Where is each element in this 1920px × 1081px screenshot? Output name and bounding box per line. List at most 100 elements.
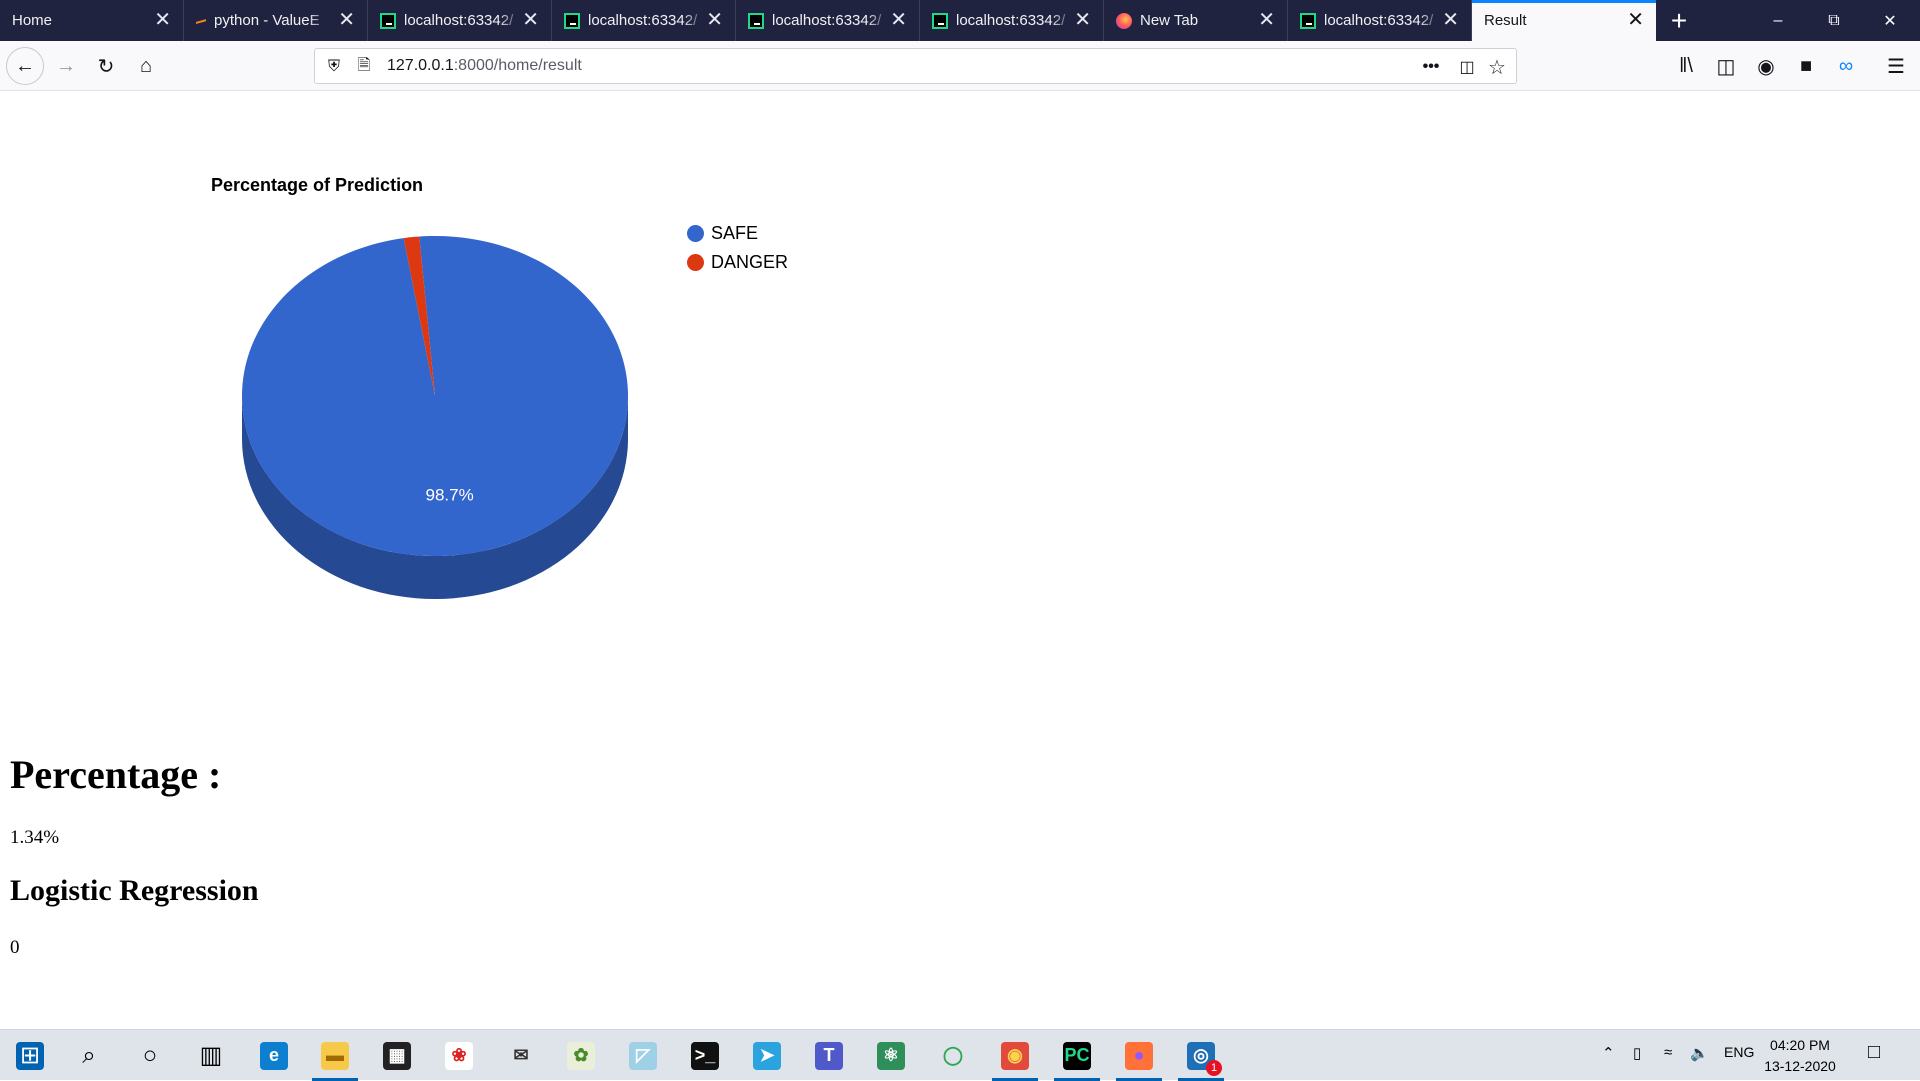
- close-tab-icon[interactable]: ✕: [154, 10, 171, 30]
- close-tab-icon[interactable]: ✕: [1258, 10, 1275, 30]
- percentage-value: 1.34%: [10, 827, 60, 848]
- tab-label: localhost:63342/: [588, 12, 698, 29]
- taskbar-edge-button[interactable]: e: [245, 1030, 303, 1081]
- clock[interactable]: 04:20 PM 13-12-2020: [1760, 1035, 1840, 1077]
- taskbar-whatsapp-button[interactable]: ◎ 1: [1172, 1030, 1230, 1081]
- reload-icon: ↻: [97, 55, 115, 78]
- account-icon: ◉: [1757, 55, 1775, 78]
- taskbar-chrome-button[interactable]: ◉: [986, 1030, 1044, 1081]
- browser-tab[interactable]: localhost:63342/ ✕: [552, 0, 736, 41]
- url-text[interactable]: 127.0.0.1:8000/home/result: [387, 57, 582, 75]
- pycharm-icon: [564, 12, 580, 29]
- legend-swatch: [687, 225, 704, 242]
- legend-swatch: [687, 254, 704, 271]
- browser-tab[interactable]: python - ValueE ✕: [184, 0, 368, 41]
- taskbar-mail-button[interactable]: ✉: [492, 1030, 550, 1081]
- close-tab-icon[interactable]: ✕: [890, 10, 907, 30]
- task-view-icon: ▥: [199, 1042, 223, 1069]
- taskbar-notes-app-button[interactable]: ◸: [614, 1030, 672, 1081]
- library-icon: ‖\: [1679, 54, 1693, 77]
- taskbar-gift-app-button[interactable]: ❀: [430, 1030, 488, 1081]
- minimize-button[interactable]: –: [1750, 0, 1806, 41]
- more-actions-icon[interactable]: •••: [1420, 56, 1442, 78]
- close-tab-icon[interactable]: ✕: [1442, 10, 1459, 30]
- home-button[interactable]: ⌂: [128, 48, 164, 84]
- close-tab-icon[interactable]: ✕: [1627, 10, 1644, 30]
- taskbar-task-view-button[interactable]: ▥: [182, 1030, 240, 1081]
- atom-icon: ⚛: [877, 1041, 905, 1070]
- clock-time: 04:20 PM: [1770, 1037, 1830, 1053]
- chart-legend: SAFE DANGER: [687, 219, 788, 277]
- restore-button[interactable]: ⧉: [1806, 0, 1862, 41]
- browser-tab[interactable]: localhost:63342/ ✕: [368, 0, 552, 41]
- shield-icon[interactable]: ⛨: [323, 56, 345, 78]
- home-icon: ⌂: [139, 54, 153, 77]
- browser-tab[interactable]: Home ✕: [0, 0, 184, 41]
- taskbar-photos-app-button[interactable]: ✿: [552, 1030, 610, 1081]
- pocket-icon[interactable]: ◫: [1456, 56, 1478, 78]
- url-bar[interactable]: ⛨ 🗎 127.0.0.1:8000/home/result ••• ◫ ☆: [314, 48, 1517, 84]
- firefox-icon: [1116, 12, 1132, 29]
- account-button[interactable]: ◉: [1748, 48, 1784, 84]
- chevron-up-icon[interactable]: ⌃: [1602, 1044, 1615, 1062]
- cortana-icon: ○: [142, 1041, 158, 1069]
- tab-label: New Tab: [1140, 12, 1199, 29]
- browser-tab[interactable]: localhost:63342/ ✕: [920, 0, 1104, 41]
- taskbar-atom-button[interactable]: ⚛: [862, 1030, 920, 1081]
- close-tab-icon[interactable]: ✕: [338, 10, 355, 30]
- new-tab-button[interactable]: +: [1656, 0, 1702, 41]
- taskbar-start-button[interactable]: ⊞: [1, 1030, 59, 1081]
- taskbar-telegram-button[interactable]: ➤: [738, 1030, 796, 1081]
- language-indicator[interactable]: ENG: [1724, 1044, 1754, 1060]
- windows-taskbar: ⌃ ▯ ≈ 🔈 ENG 04:20 PM 13-12-2020 □ ⊞ ⌕ ○ ▥ e ▬…: [0, 1029, 1920, 1081]
- taskbar-cortana-button[interactable]: ○: [121, 1030, 179, 1081]
- notification-badge: 1: [1206, 1060, 1222, 1076]
- extension-icon: ■: [1799, 54, 1813, 77]
- menu-button[interactable]: ☰: [1878, 48, 1914, 84]
- browser-tab[interactable]: localhost:63342/ ✕: [1288, 0, 1472, 41]
- taskbar-teams-button[interactable]: T: [800, 1030, 858, 1081]
- back-button[interactable]: ←: [6, 47, 44, 85]
- sidebar-button[interactable]: ◫: [1708, 48, 1744, 84]
- browser-tab[interactable]: localhost:63342/ ✕: [736, 0, 920, 41]
- taskbar-ring-app-button[interactable]: ◯: [924, 1030, 982, 1081]
- store-icon: ▦: [383, 1041, 411, 1070]
- volume-icon[interactable]: 🔈: [1690, 1044, 1709, 1062]
- taskbar-pycharm-button[interactable]: PC: [1048, 1030, 1106, 1081]
- browser-tab[interactable]: New Tab ✕: [1104, 0, 1288, 41]
- legend-item[interactable]: SAFE: [687, 219, 788, 248]
- close-window-button[interactable]: ✕: [1862, 0, 1918, 41]
- reload-button[interactable]: ↻: [88, 48, 124, 84]
- taskbar-search-button[interactable]: ⌕: [60, 1030, 118, 1081]
- notification-center-icon[interactable]: □: [1868, 1041, 1880, 1064]
- model-heading: Logistic Regression: [10, 874, 259, 907]
- extension-button[interactable]: ■: [1788, 48, 1824, 84]
- library-button[interactable]: ‖\: [1668, 48, 1704, 84]
- forward-button[interactable]: →: [48, 48, 84, 84]
- url-host: 127.0.0.1: [387, 57, 454, 74]
- taskbar-store-button[interactable]: ▦: [368, 1030, 426, 1081]
- close-tab-icon[interactable]: ✕: [1074, 10, 1091, 30]
- gift-app-icon: ❀: [445, 1041, 473, 1070]
- taskbar-file-explorer-button[interactable]: ▬: [306, 1030, 364, 1081]
- close-tab-icon[interactable]: ✕: [706, 10, 723, 30]
- pycharm-icon: [932, 12, 948, 29]
- battery-icon[interactable]: ▯: [1633, 1044, 1641, 1062]
- chrome-icon: ◉: [1001, 1041, 1029, 1070]
- close-tab-icon[interactable]: ✕: [522, 10, 539, 30]
- wifi-icon[interactable]: ≈: [1664, 1044, 1672, 1061]
- bookmark-star-icon[interactable]: ☆: [1486, 56, 1508, 79]
- pie-chart: 98.7%: [241, 236, 628, 599]
- legend-label: SAFE: [711, 223, 759, 243]
- arrow-right-icon: →: [56, 54, 76, 77]
- edge-icon: e: [260, 1041, 288, 1070]
- taskbar-terminal-button[interactable]: >_: [676, 1030, 734, 1081]
- stackoverflow-icon: [196, 19, 206, 24]
- taskbar-firefox-button[interactable]: ●: [1110, 1030, 1168, 1081]
- browser-tab[interactable]: Result ✕: [1472, 0, 1656, 41]
- page-info-icon[interactable]: 🗎: [353, 56, 375, 78]
- extension-infinity-button[interactable]: ∞: [1828, 48, 1864, 84]
- model-value: 0: [10, 937, 20, 958]
- legend-item[interactable]: DANGER: [687, 248, 788, 277]
- tab-label: localhost:63342/: [956, 12, 1066, 29]
